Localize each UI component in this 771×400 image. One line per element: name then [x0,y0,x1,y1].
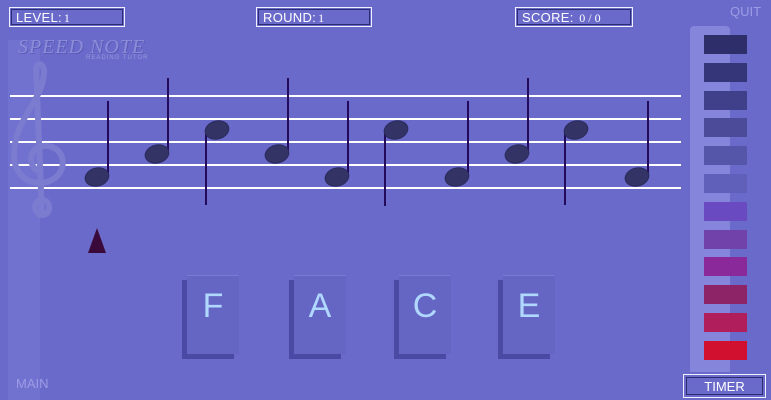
note [264,78,290,164]
answer-key-a[interactable]: A [294,275,346,354]
timer-segment [704,340,747,360]
timer-segment [704,257,747,277]
answer-key-c[interactable]: C [399,275,451,354]
note [324,101,350,187]
timer-segment [704,285,747,305]
timer-segment [704,146,747,166]
timer-segment [704,313,747,332]
red-triangle-pointer-icon [88,228,106,253]
timer-segment [704,201,747,221]
note [444,101,470,187]
note [204,120,230,205]
note [624,101,650,187]
timer-segment [704,62,747,82]
treble-clef-icon [10,61,66,219]
timer-segment [704,35,747,54]
timer-button[interactable]: TIMER [683,374,766,398]
main-menu-button[interactable]: MAIN [16,376,49,391]
answer-key-e[interactable]: E [503,275,555,354]
music-staff [10,61,681,253]
note [563,120,589,205]
timer-segment [704,90,747,110]
timer-segment [704,118,747,138]
game-stage: LEVEL: 1 ROUND: 1 SCORE: 0 / 0 QUIT SPEED … [0,0,771,400]
note [504,78,530,164]
note [383,120,409,206]
answer-key-f[interactable]: F [187,275,239,354]
timer-segment [704,229,747,249]
timer-segment [704,174,747,193]
note [144,78,170,164]
note [84,101,110,187]
